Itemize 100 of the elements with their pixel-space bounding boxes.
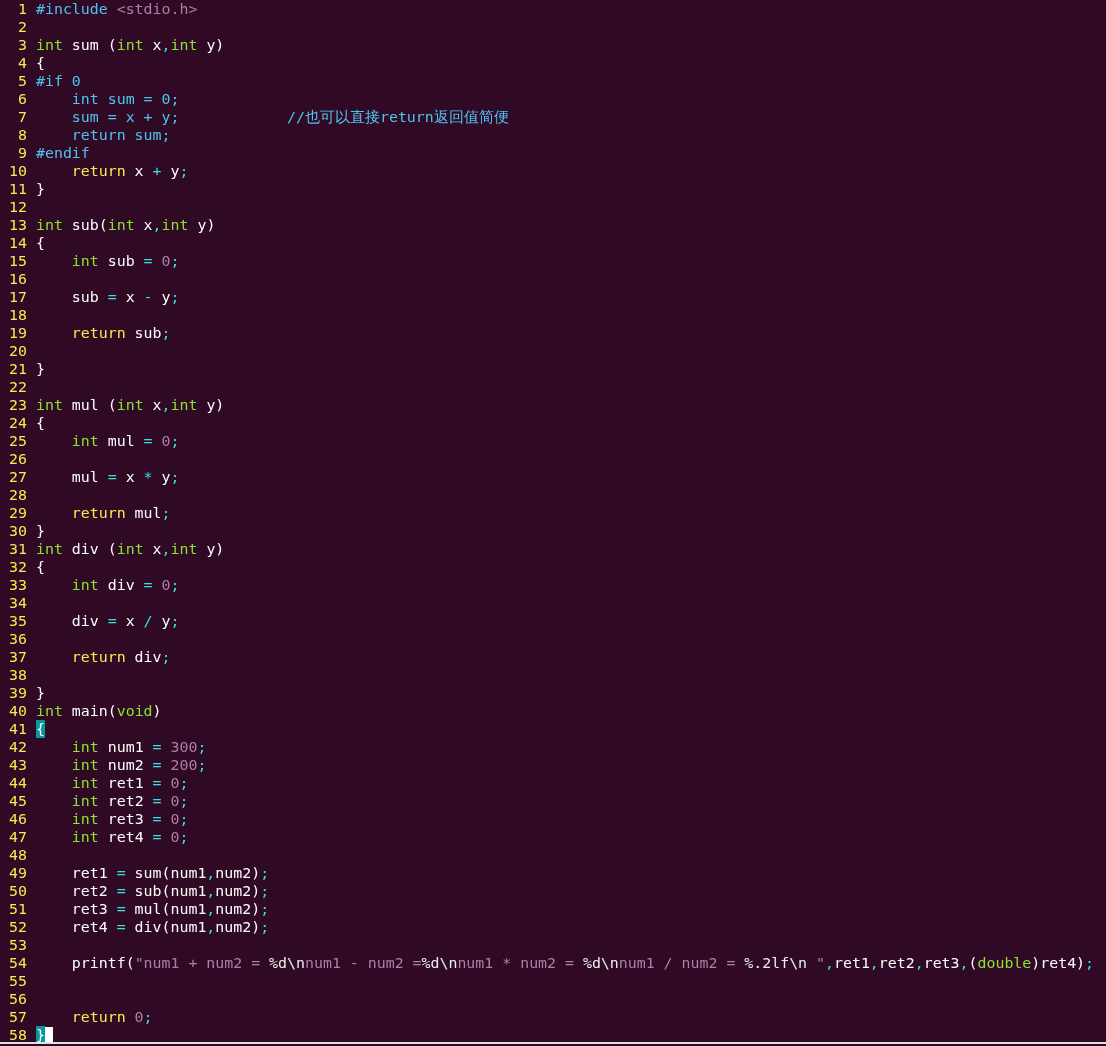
code-line: ret3 = mul(num1,num2); xyxy=(70,900,270,918)
line-number: 44 xyxy=(8,774,27,792)
code-line: int sub = 0; xyxy=(70,252,180,270)
line-number: 41 xyxy=(8,720,27,738)
line-number: 54 xyxy=(8,954,27,972)
code-line: int main(void) xyxy=(36,702,162,720)
code-line: int ret4 = 0; xyxy=(70,828,189,846)
code-line: } xyxy=(36,522,45,540)
line-number: 55 xyxy=(8,972,27,990)
code-line: return sum; xyxy=(70,126,171,144)
line-number: 8 xyxy=(17,126,27,144)
line-number: 53 xyxy=(8,936,27,954)
line-number: 22 xyxy=(8,378,27,396)
code-line: return 0; xyxy=(70,1008,153,1026)
line-number: 2 xyxy=(17,18,27,36)
code-line: int mul = 0; xyxy=(70,432,180,450)
code-line: return mul; xyxy=(70,504,171,522)
code-line: ret2 = sub(num1,num2); xyxy=(70,882,270,900)
line-number: 47 xyxy=(8,828,27,846)
line-number: 5 xyxy=(17,72,27,90)
line-number: 12 xyxy=(8,198,27,216)
line-number: 19 xyxy=(8,324,27,342)
line-number: 6 xyxy=(17,90,27,108)
line-number: 4 xyxy=(17,54,27,72)
line-number: 9 xyxy=(17,144,27,162)
line-number: 15 xyxy=(8,252,27,270)
code-line: } xyxy=(36,180,45,198)
line-number: 58 xyxy=(8,1026,27,1044)
line-number: 45 xyxy=(8,792,27,810)
code-line: int mul (int x,int y) xyxy=(36,396,225,414)
line-number: 18 xyxy=(8,306,27,324)
code-line: return sub; xyxy=(70,324,171,342)
code-line: printf("num1 + num2 = %d\nnum1 - num2 =%d\n num1 * num2 = %d\nnum1 / num2 = %.2lf\n ",ret1,ret2,ret3,(double)ret4); xyxy=(70,954,1095,972)
line-number: 49 xyxy=(8,864,27,882)
line-number: 42 xyxy=(8,738,27,756)
line-number: 33 xyxy=(8,576,27,594)
code-line: sub = x - y; xyxy=(70,288,180,306)
line-number: 28 xyxy=(8,486,27,504)
line-number: 48 xyxy=(8,846,27,864)
code-line: int num2 = 200; xyxy=(70,756,207,774)
code-line: ret4 = div(num1,num2); xyxy=(70,918,270,936)
line-number: 39 xyxy=(8,684,27,702)
code-line: { xyxy=(36,558,45,576)
line-number: 17 xyxy=(8,288,27,306)
line-number: 23 xyxy=(8,396,27,414)
code-line: #endif xyxy=(36,144,90,162)
code-line: sum = x + y; //也可以直接return返回值简便 xyxy=(70,108,509,126)
line-number: 21 xyxy=(8,360,27,378)
line-number: 51 xyxy=(8,900,27,918)
line-number: 11 xyxy=(8,180,27,198)
code-line: int sum = 0; xyxy=(70,90,180,108)
line-number: 37 xyxy=(8,648,27,666)
line-number: 57 xyxy=(8,1008,27,1026)
code-line: return x + y; xyxy=(70,162,189,180)
code-line: int sub(int x,int y) xyxy=(36,216,216,234)
code-line: { xyxy=(36,234,45,252)
line-number: 52 xyxy=(8,918,27,936)
line-number: 50 xyxy=(8,882,27,900)
code-line: int sum (int x,int y) xyxy=(36,36,225,54)
code-line: return div; xyxy=(70,648,171,666)
line-number: 1 xyxy=(17,0,27,18)
code-line: { xyxy=(36,54,45,72)
code-line: div = x / y; xyxy=(70,612,180,630)
code-line: { xyxy=(36,414,45,432)
line-number: 46 xyxy=(8,810,27,828)
line-number: 34 xyxy=(8,594,27,612)
code-line: int div = 0; xyxy=(70,576,180,594)
line-number: 56 xyxy=(8,990,27,1008)
line-number: 30 xyxy=(8,522,27,540)
line-number: 38 xyxy=(8,666,27,684)
code-line: #include <stdio.h> xyxy=(36,0,198,18)
line-number: 35 xyxy=(8,612,27,630)
line-number: 36 xyxy=(8,630,27,648)
line-number: 25 xyxy=(8,432,27,450)
text-cursor xyxy=(44,1026,53,1044)
code-line: int ret1 = 0; xyxy=(70,774,189,792)
line-number: 3 xyxy=(17,36,27,54)
line-number: 13 xyxy=(8,216,27,234)
line-number: 43 xyxy=(8,756,27,774)
code-line: } xyxy=(36,360,45,378)
line-number: 40 xyxy=(8,702,27,720)
line-number: 14 xyxy=(8,234,27,252)
line-number: 32 xyxy=(8,558,27,576)
code-line: int div (int x,int y) xyxy=(36,540,225,558)
code-line: int num1 = 300; xyxy=(70,738,207,756)
line-number: 7 xyxy=(17,108,27,126)
line-number: 26 xyxy=(8,450,27,468)
line-number: 16 xyxy=(8,270,27,288)
code-line: int ret3 = 0; xyxy=(70,810,189,828)
line-number: 20 xyxy=(8,342,27,360)
line-number: 31 xyxy=(8,540,27,558)
line-number: 27 xyxy=(8,468,27,486)
line-number: 29 xyxy=(8,504,27,522)
line-number: 10 xyxy=(8,162,27,180)
code-line: int ret2 = 0; xyxy=(70,792,189,810)
line-number: 24 xyxy=(8,414,27,432)
code-line: mul = x * y; xyxy=(70,468,180,486)
code-line: ret1 = sum(num1,num2); xyxy=(70,864,270,882)
code-line: #if 0 xyxy=(36,72,81,90)
code-line: } xyxy=(36,684,45,702)
